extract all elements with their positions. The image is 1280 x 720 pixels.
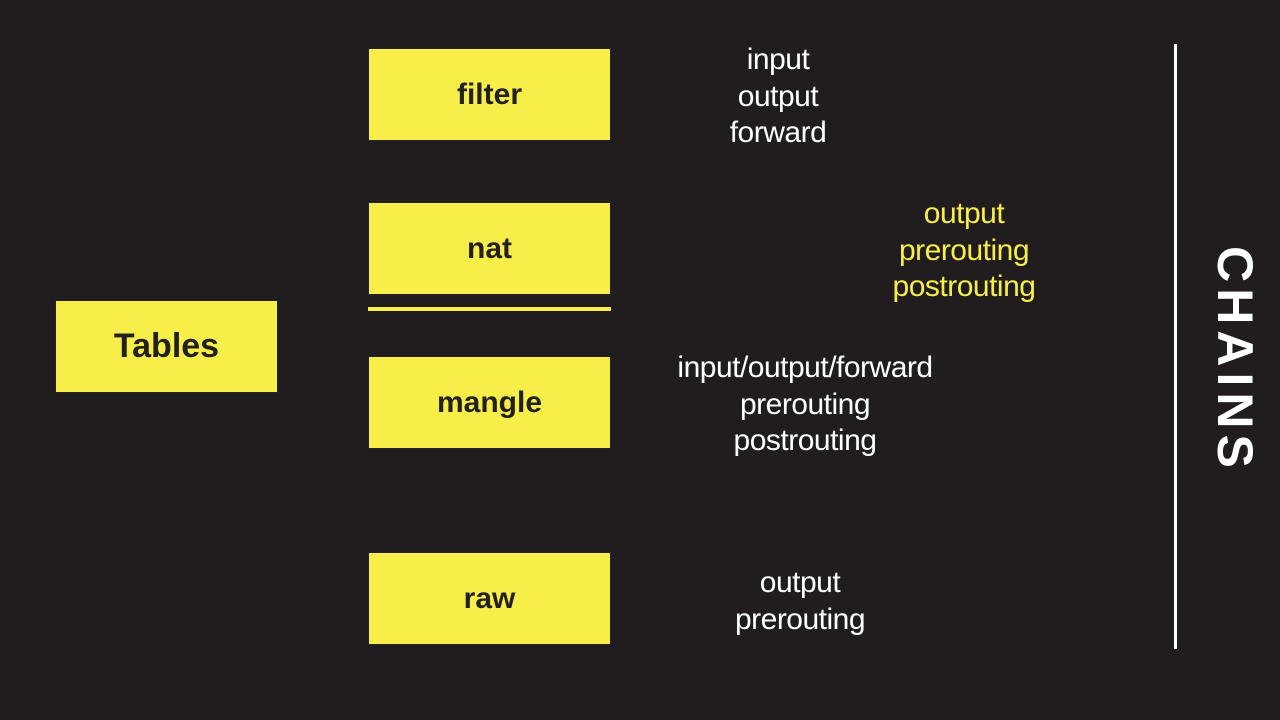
table-label-nat: nat xyxy=(467,232,512,266)
table-label-mangle: mangle xyxy=(437,386,542,420)
chains-list-mangle: input/output/forward prerouting postrout… xyxy=(630,350,980,460)
table-box-nat: nat xyxy=(368,202,611,295)
chains-list-raw: output prerouting xyxy=(660,565,940,638)
chains-list-nat: output prerouting postrouting xyxy=(824,196,1104,306)
sidebar-label-chains: CHAINS xyxy=(1206,246,1264,474)
table-label-raw: raw xyxy=(464,582,516,616)
sidebar-divider xyxy=(1174,44,1177,649)
chains-list-filter: input output forward xyxy=(638,42,918,152)
table-box-mangle: mangle xyxy=(368,356,611,449)
table-box-filter: filter xyxy=(368,48,611,141)
tables-root-label: Tables xyxy=(114,327,219,366)
nat-underline xyxy=(368,307,611,311)
table-box-raw: raw xyxy=(368,552,611,645)
table-label-filter: filter xyxy=(457,78,522,112)
tables-root-box: Tables xyxy=(55,300,278,393)
